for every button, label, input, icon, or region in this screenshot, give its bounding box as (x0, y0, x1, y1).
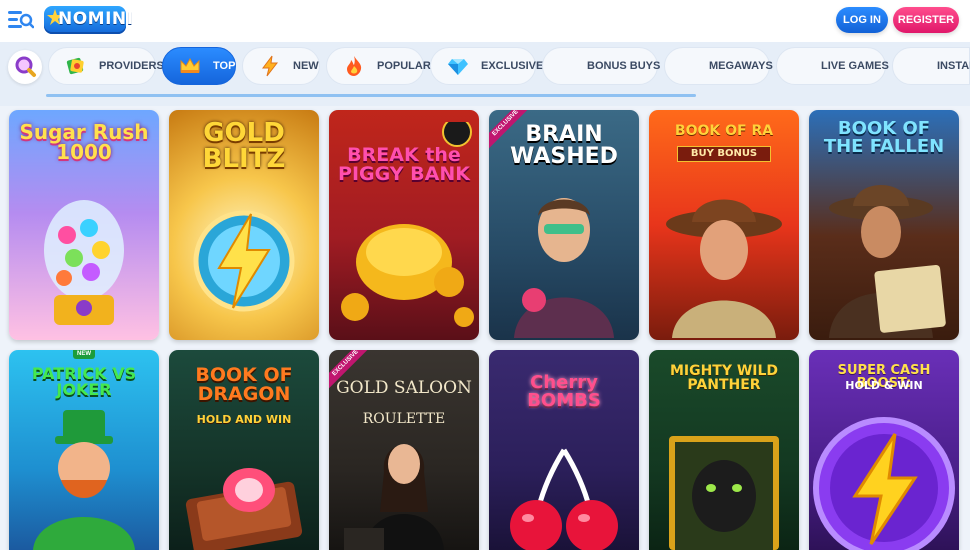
lightning-bolt-art (813, 417, 955, 550)
tab-providers[interactable]: PROVIDERS (48, 47, 164, 85)
explorer-character-art (666, 199, 782, 338)
flame-icon (347, 56, 362, 76)
tab-label: BONUS BUYS (587, 60, 661, 72)
game-subtitle: BUY BONUS (677, 146, 771, 162)
preacher-character-art (514, 198, 614, 338)
game-tile-patrick-vs-joker[interactable]: NEW PATRICK VS JOKER (9, 350, 159, 550)
tab-label: INSTANT (937, 60, 970, 72)
tab-label: TOP (213, 60, 236, 72)
game-title: BOOK OF RA (674, 123, 774, 139)
tab-live-games[interactable]: LIVE GAMES (776, 47, 889, 85)
tab-instant[interactable]: INSTANT (892, 47, 970, 85)
logo-text: NOMINI (58, 9, 134, 29)
tab-label: POPULAR (377, 60, 431, 72)
game-search-button[interactable] (8, 50, 42, 84)
game-subtitle: HOLD & WIN (845, 379, 923, 392)
tab-bonus-buys[interactable]: BONUS BUYS (542, 47, 661, 85)
tab-label: NEW (293, 60, 319, 72)
tab-top[interactable]: TOP (162, 47, 236, 85)
crown-icon (180, 57, 200, 73)
tab-label: EXCLUSIVE (481, 60, 544, 72)
game-tile-cherry-bombs[interactable]: Cherry BOMBS (489, 350, 639, 550)
providers-icon (66, 57, 84, 75)
site-logo[interactable]: NOMINI (44, 6, 133, 34)
gumball-machine-art (44, 200, 124, 325)
game-tile-sugar-rush[interactable]: Sugar Rush 1000 (9, 110, 159, 340)
game-title: GOLD SALOON (336, 378, 472, 398)
golden-pig-art (341, 122, 474, 327)
game-title: BRAIN WASHED (510, 122, 618, 169)
tab-megaways[interactable]: MEGAWAYS (664, 47, 773, 85)
register-button[interactable]: REGISTER (893, 7, 959, 33)
game-tile-gold-saloon-roulette[interactable]: EXCLUSIVE GOLD SALOON ROULETTE (329, 350, 479, 550)
tab-new[interactable]: NEW (242, 47, 320, 85)
dragon-book-art (185, 468, 303, 550)
game-title: GOLD BLITZ (202, 118, 286, 174)
game-title: BOOK OF THE FALLEN (823, 118, 945, 157)
tab-label: LIVE GAMES (821, 60, 889, 72)
diamond-icon (448, 59, 468, 75)
game-title: MIGHTY WILD PANTHER (669, 363, 779, 393)
tab-label: MEGAWAYS (709, 60, 773, 72)
tab-popular[interactable]: POPULAR (326, 47, 431, 85)
game-tile-mighty-wild-panther[interactable]: MIGHTY WILD PANTHER (649, 350, 799, 550)
category-nav: PROVIDERS TOP NEW POPULAR EXCLUSIVE BONU… (0, 42, 970, 106)
cowboy-with-map-art (829, 185, 946, 338)
magnifier-icon (15, 56, 36, 77)
menu-search-icon[interactable] (8, 9, 34, 31)
leprechaun-character-art (33, 410, 135, 550)
panther-art (669, 436, 779, 550)
game-title: Sugar Rush 1000 (19, 120, 149, 164)
cherries-art (510, 448, 618, 550)
croupier-art (344, 444, 444, 550)
game-subtitle: ROULETTE (362, 411, 446, 427)
game-title: BOOK OF DRAGON (195, 364, 293, 405)
top-header: NOMINI LOG IN REGISTER (0, 0, 970, 42)
game-title: Cherry BOMBS (527, 372, 601, 411)
login-button[interactable]: LOG IN (836, 7, 888, 33)
game-tile-super-cash-boost[interactable]: SUPER CASH BOOST: HOLD & WIN (809, 350, 959, 550)
lightning-coin-art (193, 210, 295, 312)
game-tile-book-of-dragon[interactable]: BOOK OF DRAGON HOLD AND WIN (169, 350, 319, 550)
game-title: PATRICK VS JOKER (31, 364, 137, 399)
game-tile-break-the-piggy-bank[interactable]: BREAK the PIGGY BANK (329, 110, 479, 340)
tab-exclusive[interactable]: EXCLUSIVE (430, 47, 543, 85)
tab-label: PROVIDERS (99, 60, 164, 72)
new-badge: NEW (73, 350, 95, 359)
game-tile-book-of-ra[interactable]: BOOK OF RA BUY BONUS (649, 110, 799, 340)
lightning-icon (262, 55, 279, 77)
game-tile-brain-washed[interactable]: EXCLUSIVE BRAIN WASHED (489, 110, 639, 340)
nav-scrollbar[interactable] (46, 94, 696, 97)
game-subtitle: HOLD AND WIN (196, 413, 292, 426)
game-tile-book-of-the-fallen[interactable]: BOOK OF THE FALLEN (809, 110, 959, 340)
game-tile-gold-blitz[interactable]: GOLD BLITZ (169, 110, 319, 340)
